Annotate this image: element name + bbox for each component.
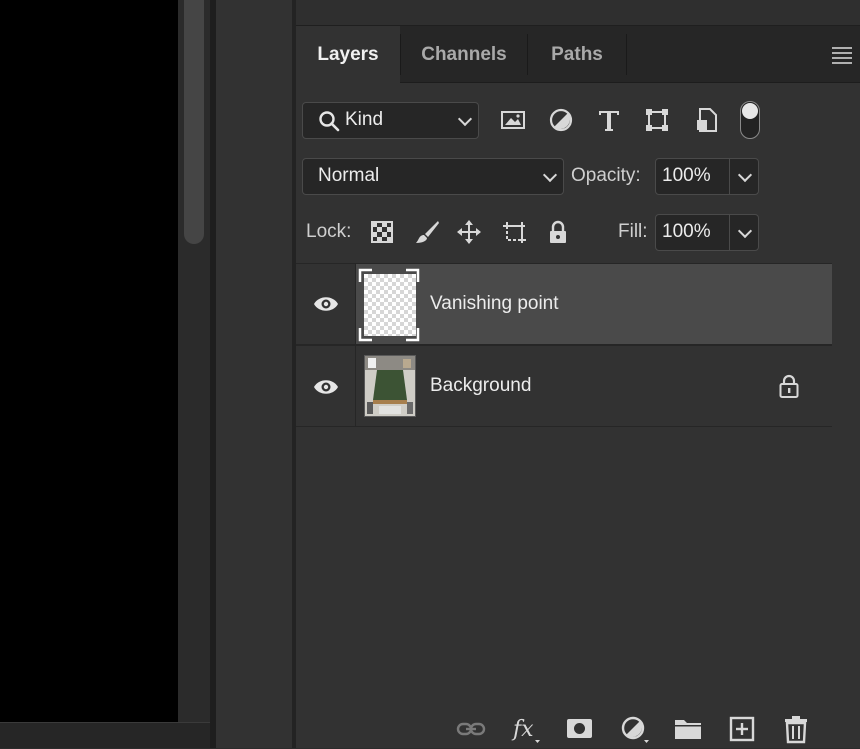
layer-mask-icon[interactable]	[565, 714, 595, 744]
adjustment-layer-icon[interactable]	[619, 714, 649, 744]
panel-tab-bar: Layers Channels Paths	[296, 26, 860, 83]
tab-paths[interactable]: Paths	[528, 26, 626, 83]
new-layer-icon[interactable]	[727, 714, 757, 744]
panel-header-strip	[296, 0, 860, 26]
background-thumbnail[interactable]	[364, 355, 416, 417]
document-canvas[interactable]	[0, 0, 178, 722]
svg-text:fx: fx	[511, 717, 534, 742]
lock-artboard-icon[interactable]	[501, 219, 527, 245]
tab-layers[interactable]: Layers	[296, 26, 400, 83]
blend-mode-select[interactable]: Normal	[302, 158, 564, 195]
shape-filter-icon[interactable]	[644, 107, 670, 133]
kind-label: Kind	[345, 109, 384, 130]
type-filter-icon[interactable]	[596, 107, 622, 133]
search-icon	[318, 110, 340, 132]
chevron-down-icon	[457, 111, 473, 127]
opacity-label: Opacity:	[571, 165, 641, 186]
opacity-value[interactable]: 100%	[662, 165, 711, 187]
lock-position-icon[interactable]	[456, 219, 482, 245]
hamburger-menu-icon[interactable]	[832, 47, 852, 64]
fill-field[interactable]: 100%	[655, 214, 759, 251]
group-folder-icon[interactable]	[673, 714, 703, 744]
kind-filter-select[interactable]: Kind	[302, 102, 479, 139]
lock-label: Lock:	[306, 221, 352, 242]
tab-channels[interactable]: Channels	[401, 26, 527, 83]
blend-mode-value: Normal	[318, 165, 380, 186]
fill-value[interactable]: 100%	[662, 221, 711, 243]
fx-icon[interactable]: fx	[510, 714, 540, 744]
vertical-scrollbar-thumb[interactable]	[184, 0, 204, 244]
chevron-down-icon	[542, 167, 558, 183]
selected-thumbnail-frame	[358, 268, 420, 342]
opacity-field[interactable]: 100%	[655, 158, 759, 195]
lock-all-icon[interactable]	[545, 219, 571, 245]
smart-object-filter-icon[interactable]	[694, 107, 720, 133]
layer-row-background[interactable]: Background	[296, 346, 832, 426]
image-filter-icon[interactable]	[500, 107, 526, 133]
horizontal-scrollbar[interactable]	[0, 722, 210, 748]
layer-name[interactable]: Background	[430, 346, 531, 426]
link-layers-icon[interactable]	[456, 714, 486, 744]
fill-label: Fill:	[618, 221, 648, 242]
eye-visibility-icon[interactable]	[313, 377, 339, 397]
chevron-down-icon[interactable]	[737, 223, 753, 239]
toggle-knob	[742, 103, 758, 119]
lock-image-pixels-icon[interactable]	[414, 219, 440, 245]
layer-row-vanishing-point[interactable]: Vanishing point	[296, 264, 832, 344]
lock-icon[interactable]	[776, 373, 802, 399]
layer-name[interactable]: Vanishing point	[430, 264, 559, 344]
collapsed-dock-strip	[216, 0, 293, 748]
adjustment-filter-icon[interactable]	[548, 107, 574, 133]
chevron-down-icon[interactable]	[737, 167, 753, 183]
eye-visibility-icon[interactable]	[313, 294, 339, 314]
lock-transparent-pixels-icon[interactable]	[369, 219, 395, 245]
trash-icon[interactable]	[781, 714, 811, 744]
filter-toggle-switch[interactable]	[740, 101, 760, 139]
